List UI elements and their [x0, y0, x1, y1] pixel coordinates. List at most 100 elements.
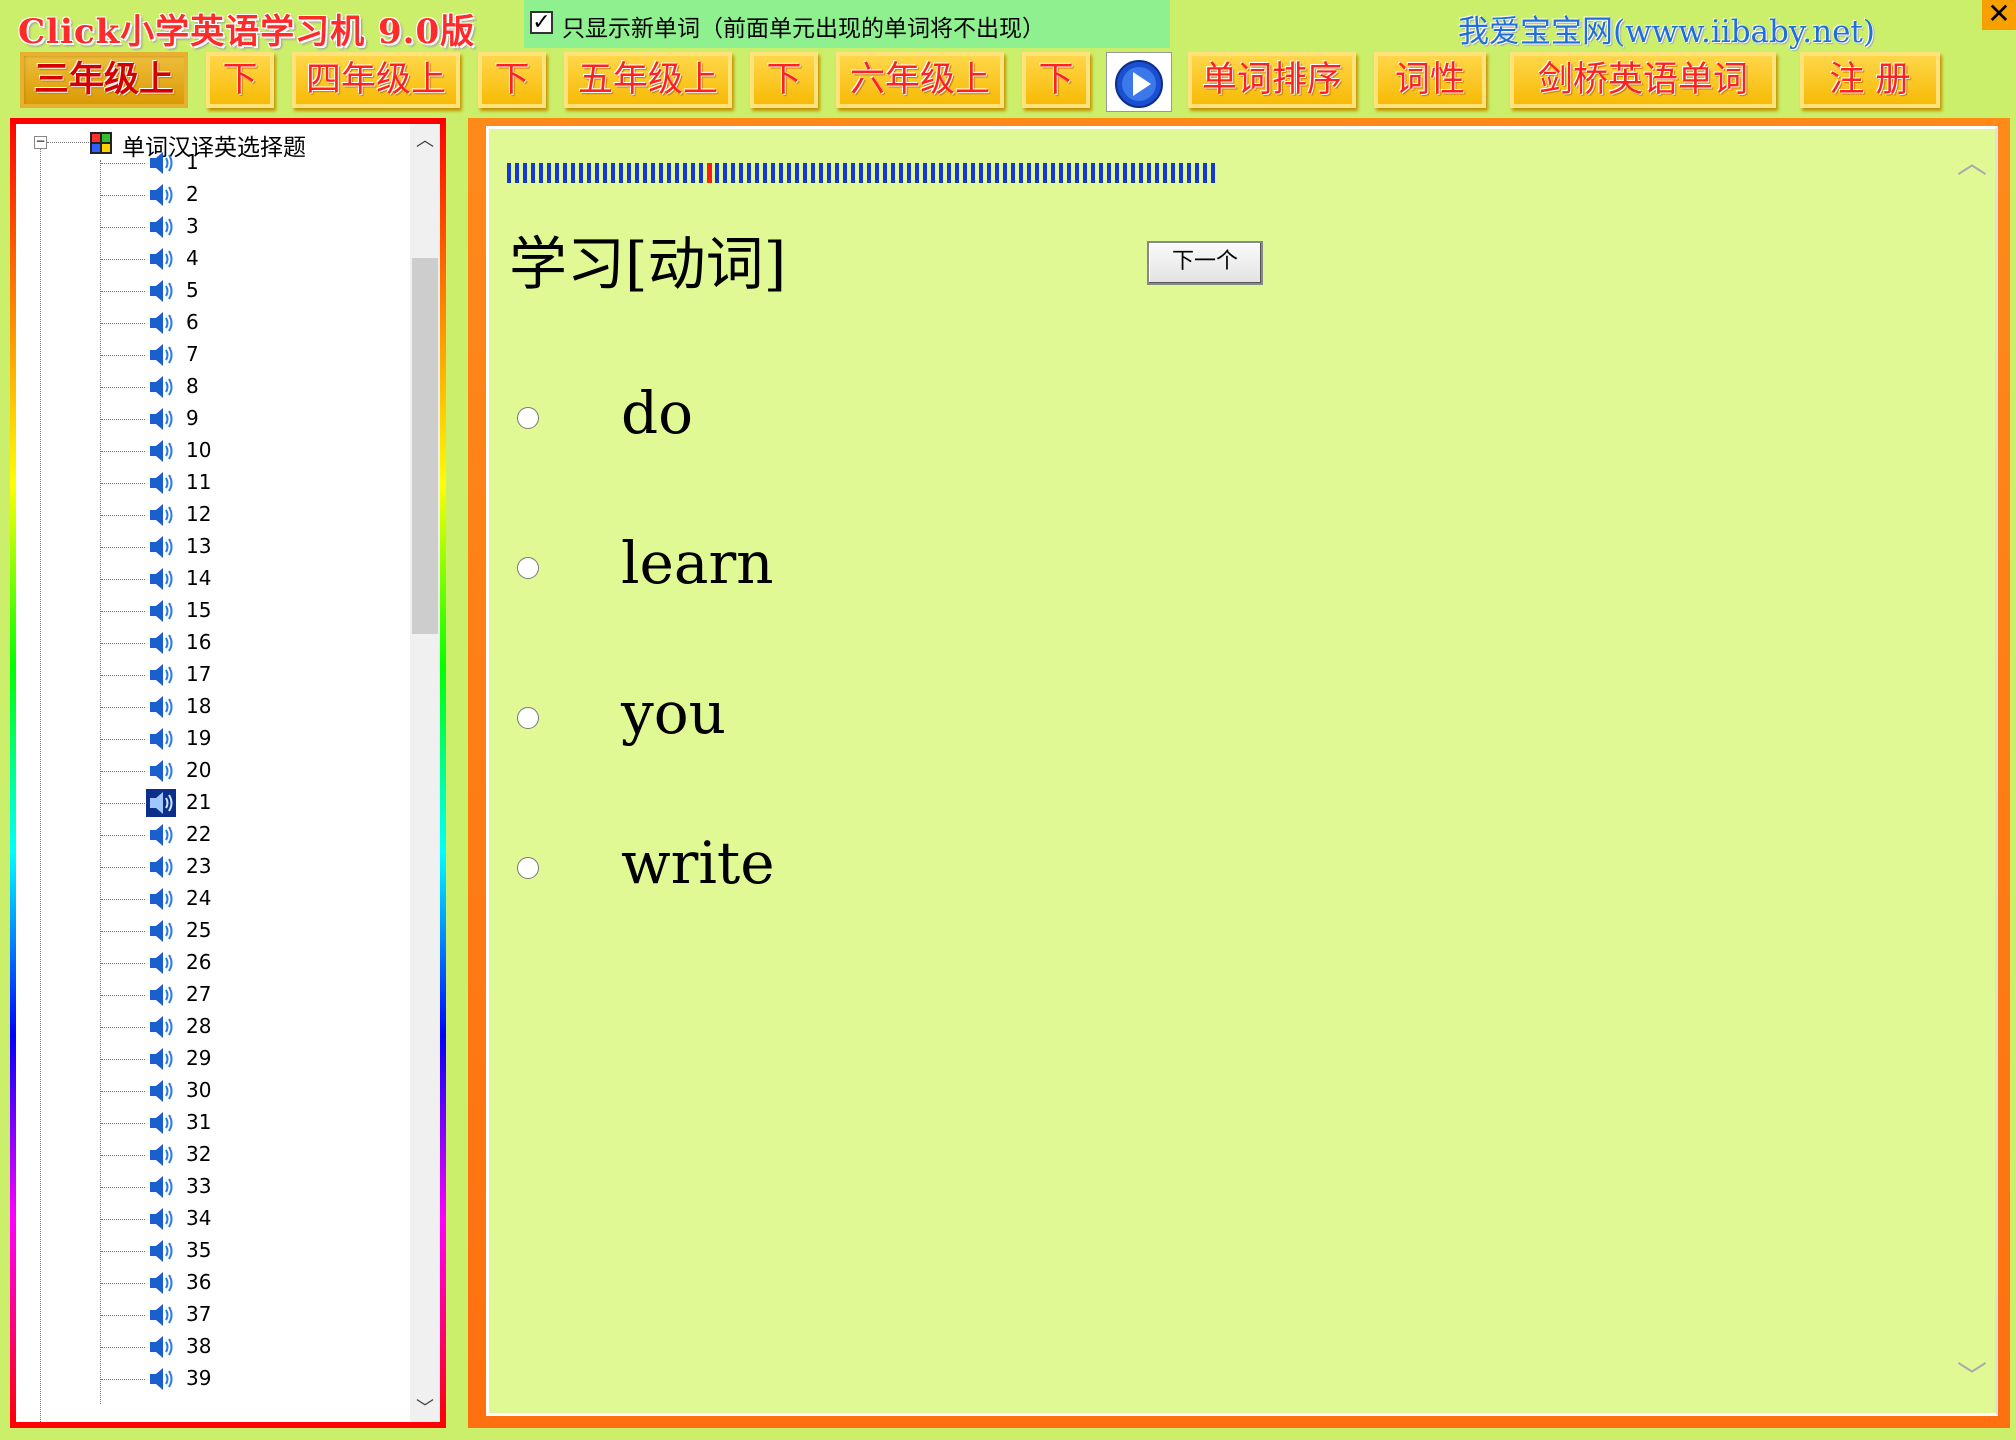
tree-item[interactable]: 37 — [16, 1299, 416, 1331]
scroll-up-icon[interactable]: ︿ — [1957, 149, 1987, 179]
answer-choice[interactable]: do — [517, 379, 1117, 459]
speaker-icon[interactable] — [146, 181, 176, 209]
tree-item-label[interactable]: 39 — [186, 1366, 211, 1390]
new-words-only-label[interactable]: 只显示新单词（前面单元出现的单词将不出现） — [562, 9, 1045, 43]
speaker-icon[interactable] — [146, 1045, 176, 1073]
tree-item-label[interactable]: 13 — [186, 534, 211, 558]
tree-item[interactable]: 33 — [16, 1171, 416, 1203]
tree-item[interactable]: 1 — [16, 147, 416, 179]
choice-radio[interactable] — [517, 557, 539, 579]
new-words-only-checkbox[interactable]: ✓ — [530, 11, 553, 34]
tree-item[interactable]: 14 — [16, 563, 416, 595]
choice-word[interactable]: do — [621, 379, 693, 447]
tree-item-label[interactable]: 34 — [186, 1206, 211, 1230]
tree-item-label[interactable]: 16 — [186, 630, 211, 654]
speaker-icon[interactable] — [146, 373, 176, 401]
tree-item-label[interactable]: 8 — [186, 374, 199, 398]
tree-item[interactable]: 24 — [16, 883, 416, 915]
tree-item[interactable]: 28 — [16, 1011, 416, 1043]
tree-item[interactable]: 23 — [16, 851, 416, 883]
grade3-lower-button[interactable]: 下 — [206, 52, 274, 108]
tree-item[interactable]: 7 — [16, 339, 416, 371]
tree-item[interactable]: 16 — [16, 627, 416, 659]
tree-item-label[interactable]: 20 — [186, 758, 211, 782]
speaker-icon[interactable] — [146, 309, 176, 337]
word-sort-button[interactable]: 单词排序 — [1188, 52, 1356, 108]
speaker-icon[interactable] — [146, 213, 176, 241]
tree-item[interactable]: 39 — [16, 1363, 416, 1395]
tree-item[interactable]: 38 — [16, 1331, 416, 1363]
tree-item-label[interactable]: 36 — [186, 1270, 211, 1294]
speaker-icon[interactable] — [146, 1013, 176, 1041]
grade5-lower-button[interactable]: 下 — [750, 52, 818, 108]
tree-item[interactable]: 18 — [16, 691, 416, 723]
grade4-upper-button[interactable]: 四年级上 — [292, 52, 460, 108]
tree-item[interactable]: 3 — [16, 211, 416, 243]
tree-item[interactable]: 2 — [16, 179, 416, 211]
answer-choice[interactable]: learn — [517, 529, 1117, 609]
tree-item-label[interactable]: 9 — [186, 406, 199, 430]
grade5-upper-button[interactable]: 五年级上 — [564, 52, 732, 108]
speaker-icon[interactable] — [146, 1237, 176, 1265]
tree-item[interactable]: 25 — [16, 915, 416, 947]
speaker-icon[interactable] — [146, 1109, 176, 1137]
speaker-icon[interactable] — [146, 821, 176, 849]
speaker-icon[interactable] — [146, 1077, 176, 1105]
speaker-icon[interactable] — [146, 1269, 176, 1297]
tree-item-label[interactable]: 6 — [186, 310, 199, 334]
tree-item-label[interactable]: 24 — [186, 886, 211, 910]
answer-choice[interactable]: write — [517, 829, 1117, 909]
speaker-icon[interactable] — [146, 1205, 176, 1233]
speaker-icon[interactable] — [146, 1365, 176, 1393]
scroll-down-icon[interactable]: ﹀ — [1957, 1363, 1987, 1393]
grade4-lower-button[interactable]: 下 — [478, 52, 546, 108]
speaker-icon[interactable] — [146, 469, 176, 497]
tree-item-label[interactable]: 15 — [186, 598, 211, 622]
tree-item-label[interactable]: 38 — [186, 1334, 211, 1358]
tree-item[interactable]: 22 — [16, 819, 416, 851]
tree-item-label[interactable]: 22 — [186, 822, 211, 846]
cambridge-words-button[interactable]: 剑桥英语单词 — [1510, 52, 1776, 108]
choice-radio[interactable] — [517, 407, 539, 429]
part-of-speech-button[interactable]: 词性 — [1374, 52, 1486, 108]
close-button[interactable]: ✕ — [1982, 0, 2016, 30]
tree-item-label[interactable]: 11 — [186, 470, 211, 494]
play-button[interactable] — [1106, 52, 1172, 112]
tree-item[interactable]: 12 — [16, 499, 416, 531]
choice-word[interactable]: learn — [621, 529, 774, 597]
speaker-icon[interactable] — [146, 341, 176, 369]
tree-item[interactable]: 8 — [16, 371, 416, 403]
tree-item-label[interactable]: 7 — [186, 342, 199, 366]
tree-item[interactable]: 31 — [16, 1107, 416, 1139]
tree-item-label[interactable]: 35 — [186, 1238, 211, 1262]
choice-word[interactable]: write — [621, 829, 775, 897]
tree-item-label[interactable]: 21 — [186, 790, 211, 814]
scroll-up-icon[interactable]: ︿ — [410, 126, 440, 152]
speaker-icon[interactable] — [146, 277, 176, 305]
tree-item[interactable]: 32 — [16, 1139, 416, 1171]
tree-item[interactable]: 5 — [16, 275, 416, 307]
tree-item-label[interactable]: 17 — [186, 662, 211, 686]
speaker-icon[interactable] — [146, 917, 176, 945]
tree-item-label[interactable]: 14 — [186, 566, 211, 590]
tree-item-label[interactable]: 18 — [186, 694, 211, 718]
tree-item[interactable]: 11 — [16, 467, 416, 499]
speaker-icon[interactable] — [146, 437, 176, 465]
tree-item-label[interactable]: 32 — [186, 1142, 211, 1166]
tree-item-label[interactable]: 31 — [186, 1110, 211, 1134]
tree-item-label[interactable]: 29 — [186, 1046, 211, 1070]
answer-choice[interactable]: you — [517, 679, 1117, 759]
grade3-upper-button[interactable]: 三年级上 — [20, 52, 188, 108]
tree-item-label[interactable]: 10 — [186, 438, 211, 462]
tree-item[interactable]: 21 — [16, 787, 416, 819]
tree-item-label[interactable]: 3 — [186, 214, 199, 238]
tree-item[interactable]: 4 — [16, 243, 416, 275]
grade6-upper-button[interactable]: 六年级上 — [836, 52, 1004, 108]
tree-item[interactable]: 6 — [16, 307, 416, 339]
tree-item-label[interactable]: 27 — [186, 982, 211, 1006]
speaker-icon[interactable] — [146, 661, 176, 689]
tree-item-label[interactable]: 23 — [186, 854, 211, 878]
speaker-icon[interactable] — [146, 853, 176, 881]
speaker-icon[interactable] — [146, 597, 176, 625]
tree-item[interactable]: 19 — [16, 723, 416, 755]
